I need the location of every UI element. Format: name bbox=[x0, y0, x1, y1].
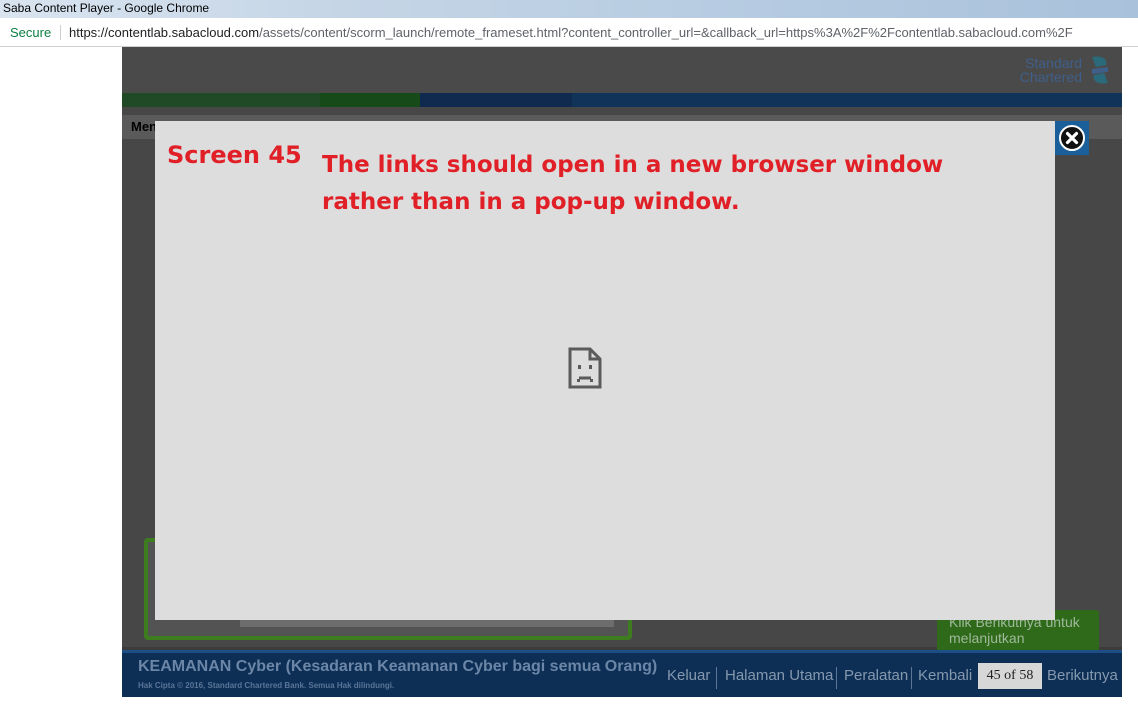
copyright-text: Hak Cipta © 2016, Standard Chartered Ban… bbox=[138, 681, 395, 690]
url-host: contentlab.sabacloud.com bbox=[108, 25, 260, 40]
address-divider bbox=[60, 25, 61, 40]
url-prefix: https:// bbox=[69, 25, 109, 40]
window-titlebar: Saba Content Player - Google Chrome bbox=[0, 0, 1138, 18]
close-icon bbox=[1059, 125, 1085, 151]
address-bar[interactable]: Secure https://contentlab.sabacloud.com/… bbox=[0, 18, 1138, 47]
screen-label: Screen 45 bbox=[167, 141, 302, 169]
home-button[interactable]: Halaman Utama bbox=[725, 667, 833, 684]
page-indicator: 45 of 58 bbox=[978, 663, 1042, 689]
player-footer: KEAMANAN Cyber (Kesadaran Keamanan Cyber… bbox=[122, 650, 1122, 697]
close-button[interactable] bbox=[1055, 121, 1089, 155]
company-logo: Standard Chartered bbox=[1020, 53, 1112, 87]
sad-page-icon bbox=[568, 347, 602, 389]
url-field[interactable]: https://contentlab.sabacloud.com/assets/… bbox=[69, 18, 1073, 46]
header-band-navy bbox=[420, 93, 572, 107]
logo-text: Standard Chartered bbox=[1020, 56, 1082, 84]
annotation-modal: Screen 45 The links should open in a new… bbox=[155, 121, 1055, 620]
exit-button[interactable]: Keluar bbox=[667, 667, 710, 684]
player-header: Standard Chartered bbox=[122, 47, 1122, 93]
logo-line-2: Chartered bbox=[1019, 69, 1082, 85]
logo-mark-icon bbox=[1092, 56, 1108, 84]
nav-divider bbox=[716, 667, 717, 689]
window-title: Saba Content Player - Google Chrome bbox=[3, 1, 210, 15]
url-path: /assets/content/scorm_launch/remote_fram… bbox=[259, 25, 1073, 40]
nav-divider bbox=[836, 667, 837, 689]
nav-divider bbox=[911, 667, 912, 689]
header-band-green bbox=[122, 93, 320, 107]
course-title: KEAMANAN Cyber (Kesadaran Keamanan Cyber… bbox=[138, 658, 658, 675]
modal-message: The links should open in a new browser w… bbox=[322, 152, 944, 215]
header-band-blue bbox=[572, 93, 1122, 107]
secure-indicator[interactable]: Secure bbox=[10, 18, 51, 46]
back-button[interactable]: Kembali bbox=[918, 667, 972, 684]
next-button[interactable]: Berikutnya bbox=[1047, 667, 1118, 684]
content-heading: Men bbox=[131, 119, 157, 134]
header-band-dark-green bbox=[320, 93, 420, 107]
tools-button[interactable]: Peralatan bbox=[844, 667, 908, 684]
logo-line-1: Standard bbox=[1025, 55, 1082, 71]
